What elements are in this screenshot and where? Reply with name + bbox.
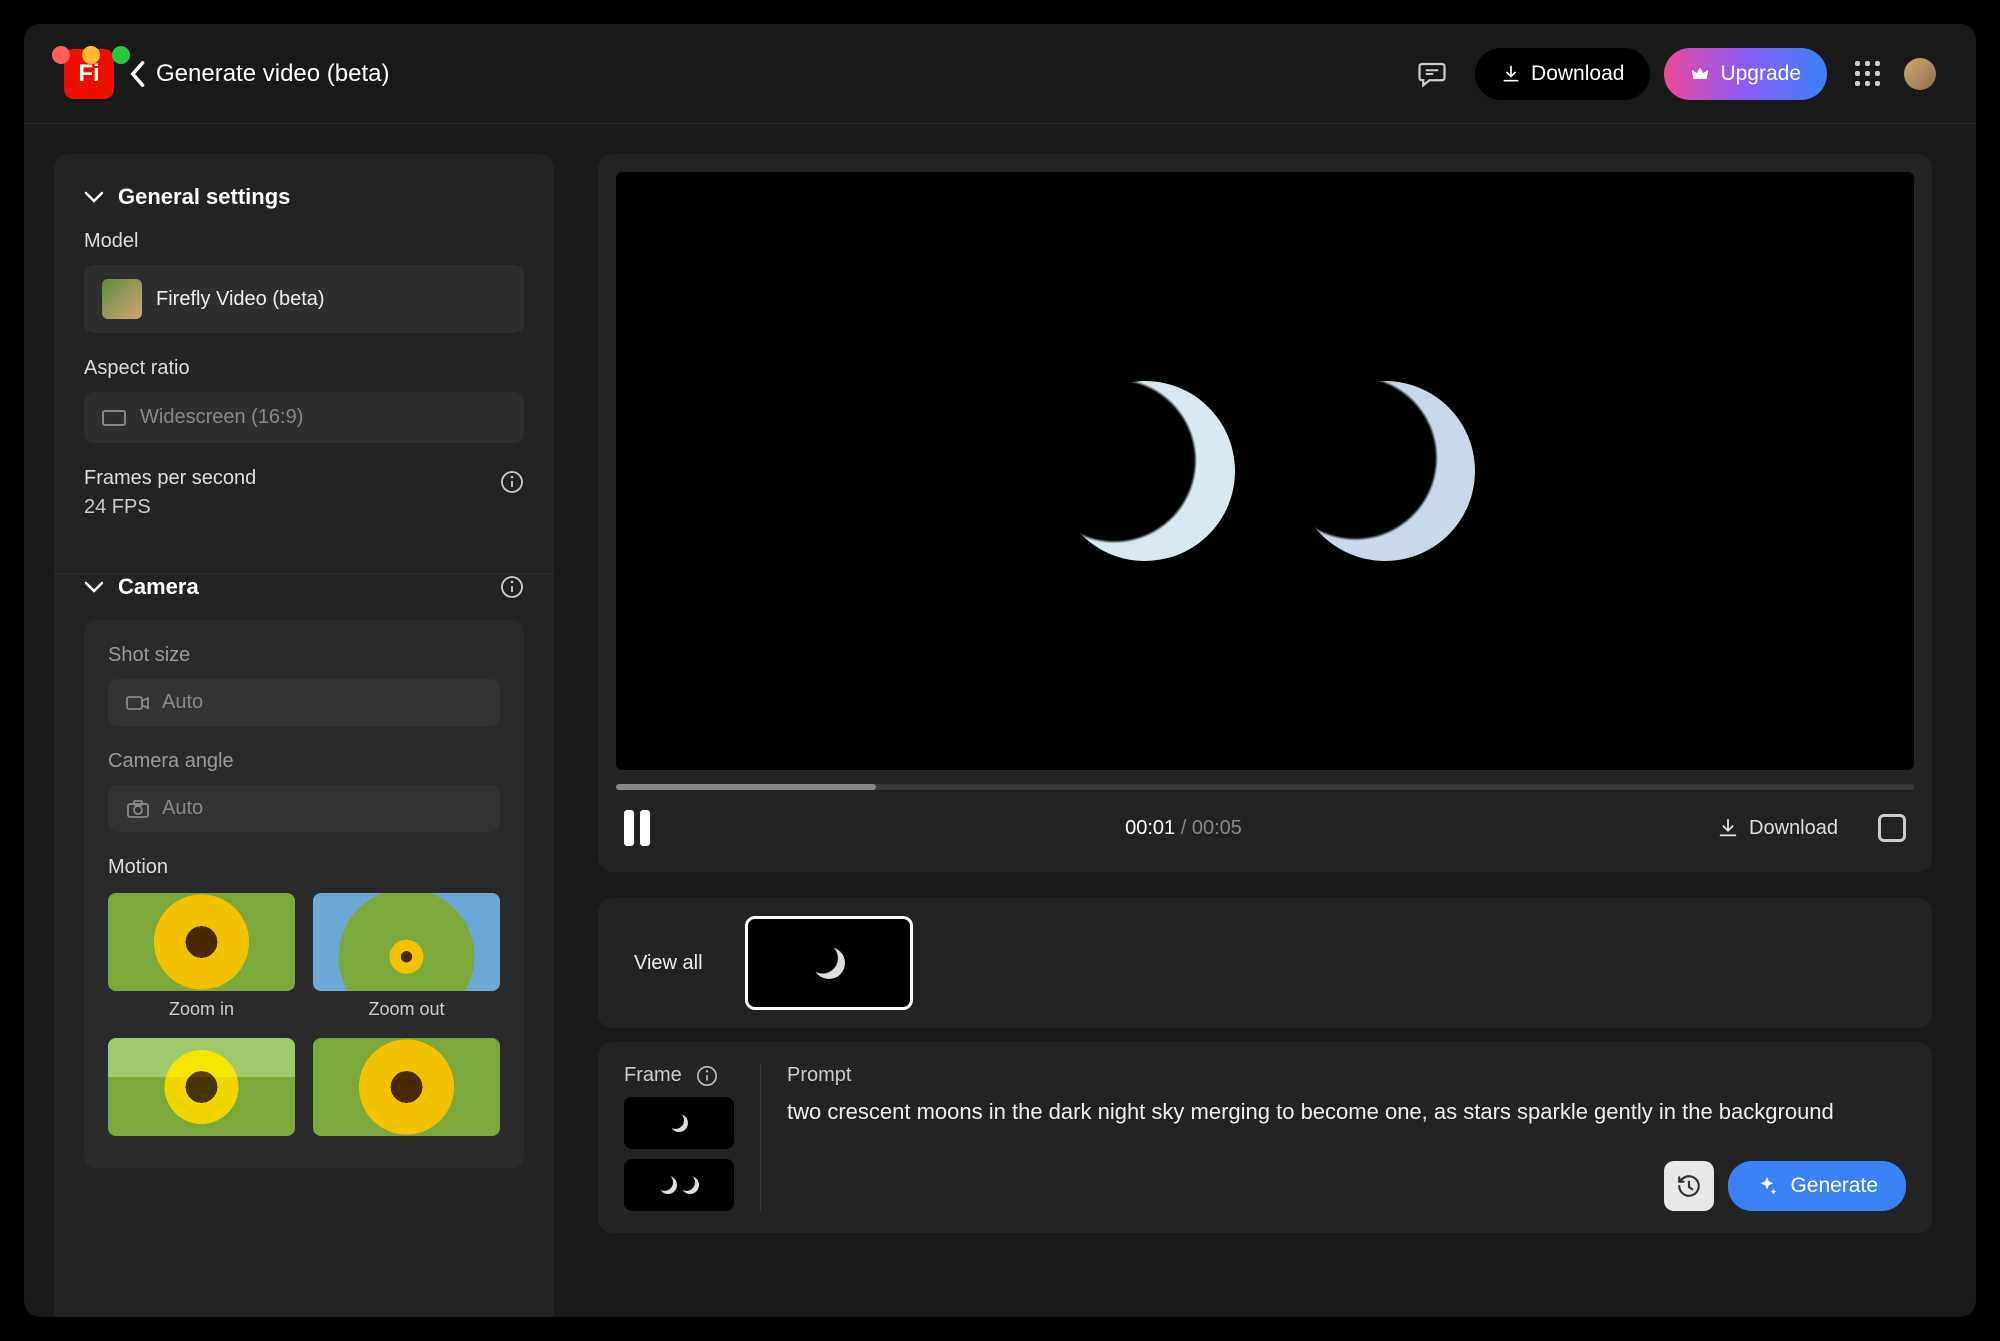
download-button[interactable]: Download: [1475, 48, 1650, 100]
motion-options-grid: Zoom in Zoom out: [108, 893, 500, 1144]
info-icon[interactable]: [500, 575, 524, 599]
motion-option-label: Zoom out: [313, 999, 500, 1020]
model-label: Model: [84, 230, 524, 253]
model-dropdown[interactable]: Firefly Video (beta): [84, 265, 524, 333]
frame-label: Frame: [624, 1064, 682, 1087]
video-camera-icon: [126, 693, 150, 713]
download-icon: [1501, 64, 1521, 84]
generation-thumbnail[interactable]: [745, 916, 913, 1010]
player-download-label: Download: [1749, 817, 1838, 840]
sparkle-icon: [1756, 1175, 1778, 1197]
aspect-ratio-label: Aspect ratio: [84, 357, 524, 380]
generate-button[interactable]: Generate: [1728, 1161, 1906, 1211]
aspect-ratio-value: Widescreen (16:9): [140, 406, 303, 429]
camera-icon: [126, 799, 150, 819]
player-download-button[interactable]: Download: [1717, 817, 1838, 840]
camera-angle-value: Auto: [162, 797, 203, 820]
window-minimize-button[interactable]: [82, 46, 100, 64]
user-avatar[interactable]: [1904, 58, 1936, 90]
upgrade-button-label: Upgrade: [1720, 62, 1801, 86]
fps-label: Frames per second: [84, 467, 256, 490]
shot-size-dropdown[interactable]: Auto: [108, 679, 500, 726]
motion-option-extra[interactable]: [108, 1038, 295, 1136]
chevron-down-icon: [84, 580, 104, 594]
progress-bar[interactable]: [616, 784, 1914, 790]
apps-menu-button[interactable]: [1855, 61, 1880, 86]
info-icon[interactable]: [500, 470, 524, 494]
fps-value: 24 FPS: [84, 496, 524, 519]
model-value: Firefly Video (beta): [156, 288, 325, 311]
page-title: Generate video (beta): [156, 60, 389, 88]
time-display: 00:01 / 00:05: [650, 817, 1717, 840]
download-icon: [1717, 817, 1739, 839]
main-content: 00:01 / 00:05 Download View all: [554, 124, 1976, 1317]
frame-start-thumbnail[interactable]: [624, 1097, 734, 1149]
shot-size-value: Auto: [162, 691, 203, 714]
camera-angle-label: Camera angle: [108, 750, 500, 773]
prompt-input[interactable]: two crescent moons in the dark night sky…: [787, 1099, 1906, 1151]
preview-content: [1281, 367, 1490, 576]
topbar: Fi Generate video (beta) Download Upgrad…: [24, 24, 1976, 124]
app-window: Fi Generate video (beta) Download Upgrad…: [24, 24, 1976, 1317]
frame-end-thumbnail[interactable]: [624, 1159, 734, 1211]
motion-option-zoom-out[interactable]: [313, 893, 500, 991]
pause-button[interactable]: [624, 810, 650, 846]
general-settings-section: General settings Model Firefly Video (be…: [54, 184, 554, 574]
camera-section-header[interactable]: Camera: [84, 574, 524, 600]
model-thumbnail-icon: [102, 279, 142, 319]
download-button-label: Download: [1531, 62, 1624, 86]
time-separator: /: [1181, 817, 1187, 839]
camera-angle-dropdown[interactable]: Auto: [108, 785, 500, 832]
history-icon: [1676, 1173, 1702, 1199]
chevron-left-icon: [128, 60, 146, 88]
camera-section-title: Camera: [118, 574, 199, 600]
window-maximize-button[interactable]: [112, 46, 130, 64]
motion-option-label: Zoom in: [108, 999, 295, 1020]
upgrade-button[interactable]: Upgrade: [1664, 48, 1827, 100]
generate-button-label: Generate: [1790, 1174, 1878, 1198]
time-total: 00:05: [1192, 817, 1242, 839]
window-close-button[interactable]: [52, 46, 70, 64]
general-settings-title: General settings: [118, 184, 290, 210]
prompt-column: Prompt two crescent moons in the dark ni…: [787, 1064, 1906, 1211]
thumbnail-content: [813, 947, 845, 979]
prompt-label: Prompt: [787, 1064, 1906, 1087]
widescreen-icon: [102, 410, 126, 426]
back-button[interactable]: [128, 60, 146, 88]
chat-icon: [1417, 59, 1447, 89]
shot-size-label: Shot size: [108, 644, 500, 667]
fullscreen-button[interactable]: [1878, 814, 1906, 842]
settings-sidebar: General settings Model Firefly Video (be…: [54, 154, 554, 1317]
info-icon[interactable]: [696, 1065, 718, 1087]
general-settings-header[interactable]: General settings: [84, 184, 524, 210]
time-current: 00:01: [1125, 817, 1175, 839]
video-player: 00:01 / 00:05 Download: [598, 154, 1932, 872]
camera-section: Camera Shot size Auto Camera angle Auto …: [54, 574, 554, 1198]
crown-icon: [1690, 64, 1710, 84]
feedback-button[interactable]: [1417, 59, 1447, 89]
generation-thumbnails: View all: [598, 898, 1932, 1028]
motion-option-zoom-in[interactable]: [108, 893, 295, 991]
motion-option-extra[interactable]: [313, 1038, 500, 1136]
preview-content: [1035, 361, 1255, 581]
history-button[interactable]: [1664, 1161, 1714, 1211]
view-all-button[interactable]: View all: [616, 952, 721, 975]
video-preview[interactable]: [616, 172, 1914, 770]
window-controls: [52, 46, 130, 64]
motion-label: Motion: [108, 856, 500, 879]
frame-column: Frame: [624, 1064, 761, 1211]
progress-fill: [616, 784, 876, 790]
prompt-panel: Frame Prompt two crescent moons in the d…: [598, 1042, 1932, 1233]
chevron-down-icon: [84, 190, 104, 204]
aspect-ratio-dropdown[interactable]: Widescreen (16:9): [84, 392, 524, 443]
